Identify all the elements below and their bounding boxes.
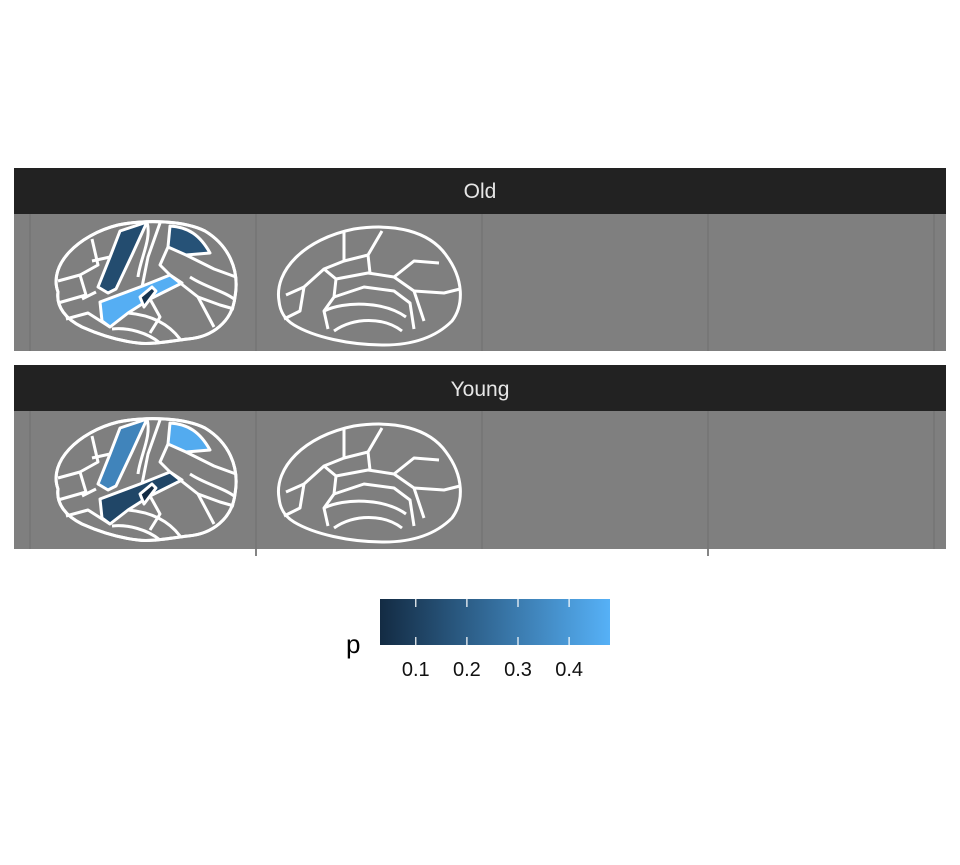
x-axis-ticks bbox=[255, 549, 709, 556]
facet-label-old: Old bbox=[464, 180, 497, 203]
facet-young: Young bbox=[14, 365, 960, 549]
facet-old: Old bbox=[14, 168, 960, 351]
legend-colorbar bbox=[380, 599, 610, 645]
legend-tick-label: 0.2 bbox=[453, 659, 481, 681]
legend-title: p bbox=[346, 629, 360, 659]
brain-view-medial-right bbox=[954, 466, 960, 515]
region-boundary bbox=[366, 254, 372, 274]
legend-tick-label: 0.3 bbox=[504, 659, 532, 681]
facet-label-young: Young bbox=[451, 378, 510, 401]
legend-tick-label: 0.1 bbox=[402, 659, 430, 681]
colorbar-legend: p 0.1 0.2 0.3 0.4 bbox=[346, 599, 610, 681]
hemisphere-outline bbox=[954, 466, 960, 515]
brain-atlas-plot: Old Young p 0.1 0.2 0.3 0.4 bbox=[14, 168, 960, 681]
brain-view-medial-right bbox=[954, 269, 960, 318]
hemisphere-outline bbox=[954, 269, 960, 318]
region-boundary bbox=[366, 451, 372, 471]
legend-tick-label: 0.4 bbox=[555, 659, 583, 681]
